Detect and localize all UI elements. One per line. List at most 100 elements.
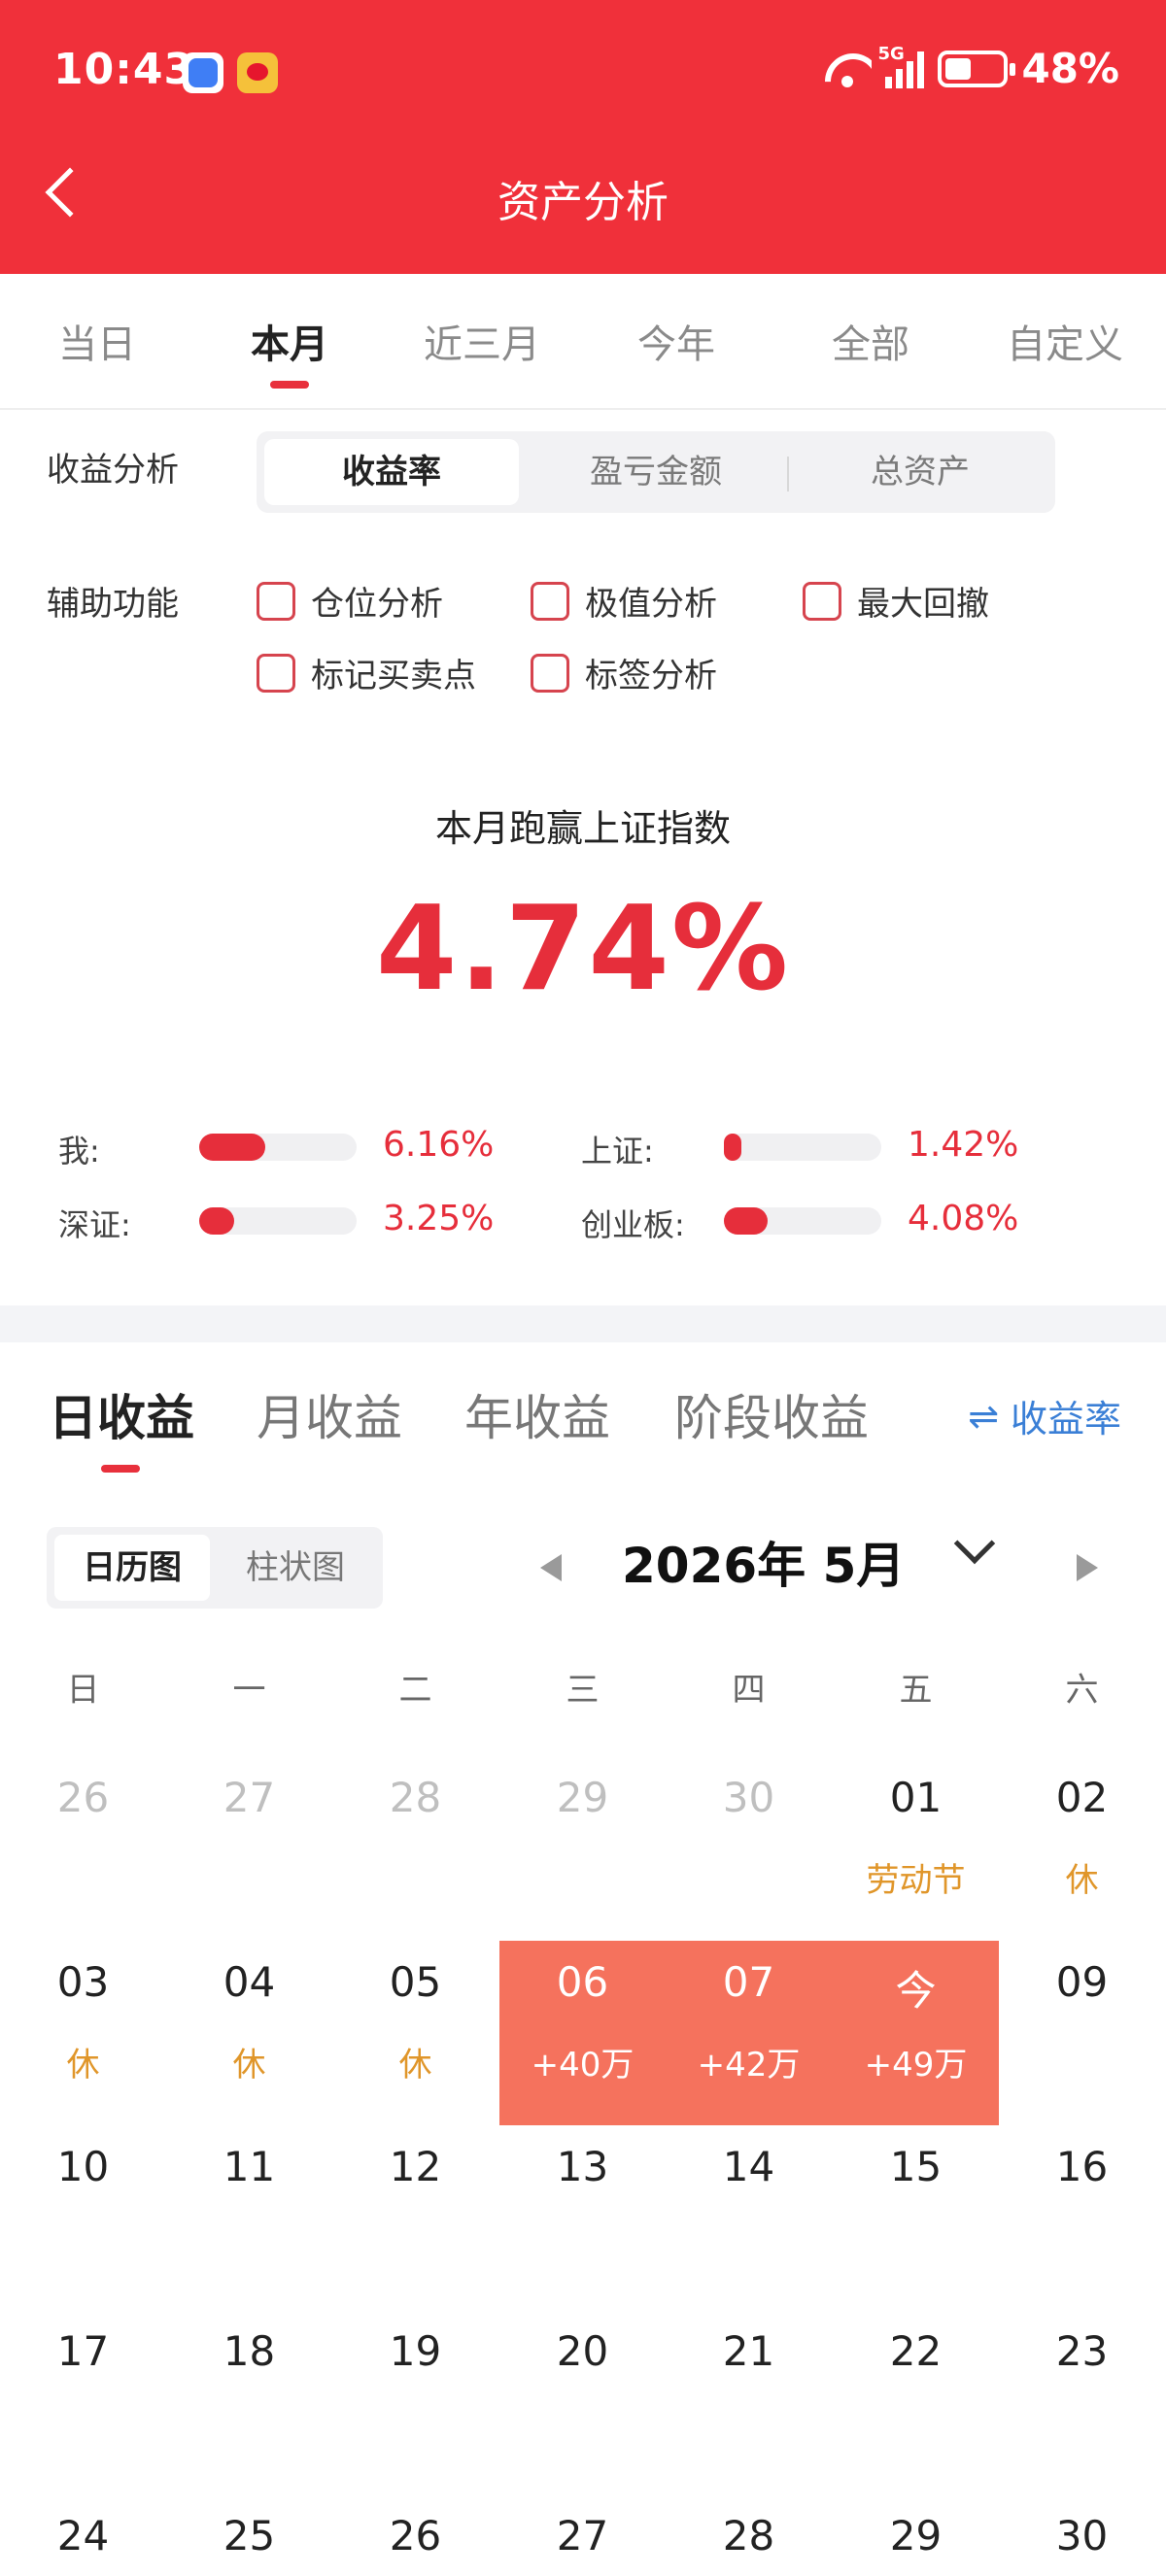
calendar-day[interactable]: 25 [166, 2512, 332, 2559]
aux-label: 辅助功能 [47, 585, 179, 624]
calendar-day-note: 劳动节 [866, 1861, 966, 1900]
cellular-signal-icon: 5G [877, 44, 925, 88]
calendar-day[interactable]: 26 [0, 1774, 166, 1821]
calendar-day-note: 休 [66, 2046, 100, 2085]
tab-daily-profit[interactable]: 日收益 [49, 1379, 194, 1449]
tab-three-months[interactable]: 近三月 [385, 313, 579, 369]
segment-return-rate[interactable]: 收益率 [264, 439, 519, 505]
calendar-day[interactable]: 17 [0, 2327, 166, 2375]
weekday-label: 一 [232, 1671, 266, 1710]
calendar-day[interactable]: 12 [332, 2143, 498, 2190]
month-title[interactable]: 2026年 5月 [622, 1527, 905, 1597]
checkbox-icon[interactable] [531, 581, 569, 621]
checkbox-mark-trades[interactable]: 标记买卖点 [257, 649, 476, 696]
wifi-icon [823, 50, 872, 88]
calendar-day-note: 休 [232, 2046, 266, 2085]
tab-monthly-profit[interactable]: 月收益 [257, 1379, 402, 1449]
calendar-day[interactable]: 09 [999, 1958, 1165, 2006]
period-tabs: 当日 本月 近三月 今年 全部 自定义 [0, 274, 1166, 410]
calendar-day[interactable]: 28 [666, 2512, 832, 2559]
segment-divider [787, 457, 789, 491]
checkbox-label: 标签分析 [585, 657, 717, 695]
calendar-day[interactable]: 今 [833, 1958, 999, 2017]
tab-period-profit[interactable]: 阶段收益 [674, 1379, 869, 1449]
checkbox-tag-analysis[interactable]: 标签分析 [531, 649, 717, 696]
calendar-day[interactable]: 19 [332, 2327, 498, 2375]
checkbox-label: 极值分析 [585, 585, 717, 624]
calendar-day[interactable]: 01 [833, 1774, 999, 1821]
calendar-day[interactable]: 04 [166, 1958, 332, 2006]
calendar-day[interactable]: 07 [666, 1958, 832, 2006]
view-calendar-button[interactable]: 日历图 [54, 1535, 210, 1601]
calendar-day[interactable]: 23 [999, 2327, 1165, 2375]
checkbox-extreme-analysis[interactable]: 极值分析 [531, 577, 717, 625]
calendar-day[interactable]: 16 [999, 2143, 1165, 2190]
network-type: 5G [877, 43, 905, 64]
checkbox-icon[interactable] [531, 653, 569, 693]
battery-icon [938, 50, 1016, 87]
calendar-day[interactable]: 28 [332, 1774, 498, 1821]
compare-value-shanghai: 1.42% [908, 1125, 1019, 1165]
active-tab-indicator [270, 381, 309, 389]
checkbox-icon[interactable] [257, 581, 295, 621]
segment-profit-amount[interactable]: 盈亏金额 [529, 439, 783, 505]
checkbox-icon[interactable] [257, 653, 295, 693]
calendar-day[interactable]: 13 [499, 2143, 666, 2190]
compare-bar-chinext [724, 1207, 881, 1235]
calendar-day[interactable]: 29 [499, 1774, 666, 1821]
calendar-day[interactable]: 14 [666, 2143, 832, 2190]
checkbox-max-drawdown[interactable]: 最大回撤 [803, 577, 989, 625]
calendar-day[interactable]: 22 [833, 2327, 999, 2375]
checkbox-label: 最大回撤 [857, 585, 989, 624]
tab-all[interactable]: 全部 [773, 313, 968, 369]
next-month-icon[interactable] [1077, 1554, 1098, 1581]
compare-bar-fill [724, 1134, 741, 1161]
calendar-day[interactable]: 30 [999, 2512, 1165, 2559]
calendar-day[interactable]: 27 [499, 2512, 666, 2559]
chevron-down-icon[interactable] [953, 1522, 996, 1565]
calendar-day[interactable]: 30 [666, 1774, 832, 1821]
tab-this-month[interactable]: 本月 [192, 313, 387, 369]
calendar-day[interactable]: 26 [332, 2512, 498, 2559]
checkbox-label: 仓位分析 [311, 585, 443, 624]
calendar-day[interactable]: 03 [0, 1958, 166, 2006]
calendar-day[interactable]: 11 [166, 2143, 332, 2190]
tab-yearly-profit[interactable]: 年收益 [464, 1379, 610, 1449]
calendar-day[interactable]: 10 [0, 2143, 166, 2190]
calendar-day[interactable]: 02 [999, 1774, 1165, 1821]
calendar-day[interactable]: 20 [499, 2327, 666, 2375]
calendar-day[interactable]: 24 [0, 2512, 166, 2559]
prev-month-icon[interactable] [540, 1554, 562, 1581]
section-divider [0, 1305, 1166, 1342]
calendar-day[interactable]: 05 [332, 1958, 498, 2006]
checkbox-icon[interactable] [803, 581, 841, 621]
checkbox-position-analysis[interactable]: 仓位分析 [257, 577, 443, 625]
segment-total-assets[interactable]: 总资产 [793, 439, 1047, 505]
app-header: 10:43 5G 48% 资产分析 [0, 0, 1166, 274]
compare-value-me: 6.16% [383, 1125, 495, 1165]
calendar-day[interactable]: 15 [833, 2143, 999, 2190]
browser-app-icon [183, 52, 223, 93]
calendar-day-profit: +49万 [864, 2046, 968, 2085]
calendar-day-note: 休 [398, 2046, 432, 2085]
compare-bar-shenzhen [199, 1207, 357, 1235]
calendar-day[interactable]: 27 [166, 1774, 332, 1821]
beat-index-value: 4.74% [375, 882, 791, 1017]
calendar-day-note: 休 [1065, 1861, 1099, 1900]
status-indicators: 5G 48% [823, 44, 1119, 92]
calendar-day[interactable]: 21 [666, 2327, 832, 2375]
calendar-day[interactable]: 29 [833, 2512, 999, 2559]
active-profit-tab-indicator [101, 1465, 140, 1473]
calendar-day[interactable]: 18 [166, 2327, 332, 2375]
rate-toggle-button[interactable]: ⇌ 收益率 [968, 1389, 1121, 1442]
analysis-label: 收益分析 [47, 451, 179, 490]
calendar-day[interactable]: 06 [499, 1958, 666, 2006]
tab-this-year[interactable]: 今年 [579, 313, 773, 369]
battery-percent: 48% [1021, 45, 1119, 92]
tab-custom[interactable]: 自定义 [968, 313, 1162, 369]
compare-label-me: 我: [58, 1133, 100, 1169]
weibo-app-icon [237, 52, 278, 93]
tab-today[interactable]: 当日 [0, 313, 194, 369]
analysis-segment-control: 收益率 盈亏金额 总资产 [257, 431, 1055, 513]
view-bar-chart-button[interactable]: 柱状图 [218, 1535, 373, 1601]
